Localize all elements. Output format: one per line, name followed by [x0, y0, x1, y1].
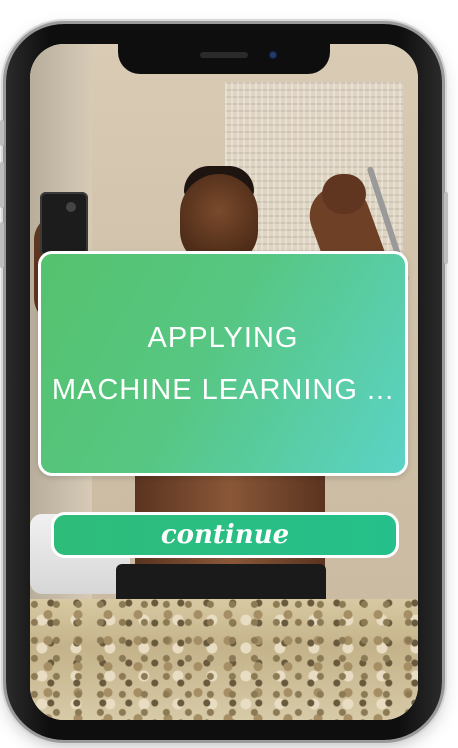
speaker-grille [200, 52, 248, 58]
power-button [444, 192, 448, 264]
dialog-title-line-1: APPLYING [147, 321, 299, 354]
dialog-title-line-2: MACHINE LEARNING ... [51, 373, 395, 406]
mute-switch [0, 120, 4, 146]
handheld-phone [40, 192, 88, 256]
volume-down-button [0, 222, 4, 268]
front-camera-icon [268, 50, 278, 60]
camera-icon [66, 202, 76, 212]
continue-button[interactable]: continue [51, 512, 399, 558]
volume-up-button [0, 162, 4, 208]
phone-screen: APPLYING MACHINE LEARNING ... continue [30, 44, 418, 720]
person-fist [322, 174, 366, 214]
processing-dialog: APPLYING MACHINE LEARNING ... [38, 251, 408, 476]
phone-notch [118, 44, 330, 74]
granite-counter [30, 599, 418, 720]
